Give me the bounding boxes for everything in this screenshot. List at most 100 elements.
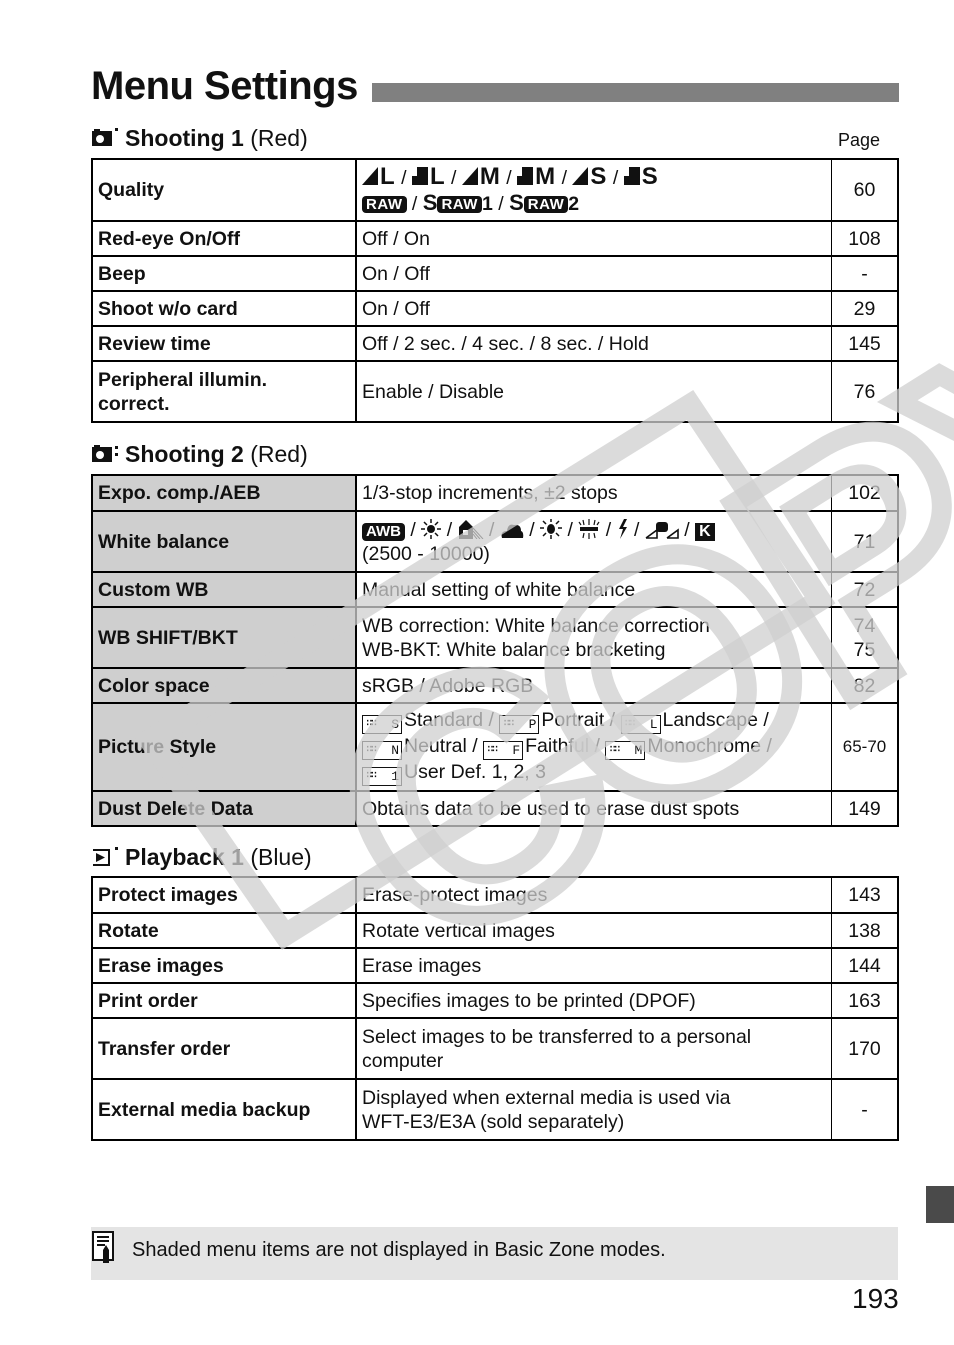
separator: / bbox=[684, 518, 690, 541]
menu-item: Picture Style bbox=[91, 702, 357, 792]
section-color-label: (Red) bbox=[250, 441, 308, 467]
section-name: Shooting 2 bbox=[125, 441, 244, 467]
table-row: Transfer order Select images to be trans… bbox=[91, 1017, 899, 1080]
small-normal-icon bbox=[623, 167, 640, 185]
menu-settings: Obtains data to be used to erase dust sp… bbox=[355, 790, 832, 827]
menu-settings: On / Off bbox=[355, 255, 832, 292]
medium-fine-icon bbox=[461, 167, 478, 185]
sraw1-icon: S RAW 1 bbox=[423, 191, 493, 216]
menu-settings: Specifies images to be printed (DPOF) bbox=[355, 982, 832, 1019]
page-ref: 65-70 bbox=[831, 702, 899, 792]
color-temperature-range: (2500 - 10000) bbox=[362, 542, 490, 565]
picture-style-faithful-icon: F bbox=[483, 741, 524, 760]
menu-settings: Erase images bbox=[355, 947, 832, 984]
menu-settings: sRGB / Adobe RGB bbox=[355, 667, 832, 704]
picture-style-neutral-icon: N bbox=[362, 741, 402, 760]
picture-style-label: Faithful / bbox=[525, 735, 600, 757]
section-name: Shooting 1 bbox=[125, 125, 244, 151]
settings-line: computer bbox=[362, 1049, 444, 1072]
medium-normal-icon bbox=[517, 167, 534, 185]
size-letter: L bbox=[429, 163, 446, 190]
menu-item: Rotate bbox=[91, 912, 357, 949]
page-ref: 102 bbox=[831, 474, 899, 512]
picture-style-monochrome-icon: M bbox=[605, 741, 646, 760]
picture-style-label: User Def. 1, 2, 3 bbox=[404, 761, 546, 783]
menu-item: Protect images bbox=[91, 876, 357, 914]
menu-item: Erase images bbox=[91, 947, 357, 984]
separator: / bbox=[506, 167, 512, 189]
separator: / bbox=[451, 167, 457, 189]
table-row: Expo. comp./AEB 1/3-stop increments, ±2 … bbox=[91, 474, 899, 512]
page-title: Menu Settings bbox=[91, 64, 358, 108]
separator: / bbox=[529, 518, 535, 541]
table-row: Picture Style SStandard / PPortrait / LL… bbox=[91, 702, 899, 792]
shade-icon bbox=[458, 519, 483, 539]
separator: / bbox=[488, 518, 495, 541]
page-ref-line: 74 bbox=[853, 614, 876, 637]
small-fine-icon bbox=[572, 167, 589, 185]
page-ref: 82 bbox=[831, 667, 899, 704]
size-letter: S bbox=[590, 163, 608, 190]
separator: / bbox=[411, 193, 418, 215]
page-ref: 149 bbox=[831, 790, 899, 827]
page-ref: 29 bbox=[831, 290, 899, 327]
table-row: Rotate Rotate vertical images 138 bbox=[91, 912, 899, 949]
menu-item: Beep bbox=[91, 255, 357, 292]
raw-badge: RAW bbox=[523, 196, 569, 213]
settings-line: WFT-E3/E3A (sold separately) bbox=[362, 1110, 625, 1133]
section-heading-playback-1: Playback 1 (Blue) bbox=[91, 843, 312, 871]
separator: / bbox=[561, 167, 567, 189]
size-letter: M bbox=[535, 163, 557, 190]
settings-line: WB correction: White balance correction bbox=[362, 614, 710, 637]
page-ref: 108 bbox=[831, 220, 899, 257]
page-ref: 74 75 bbox=[831, 606, 899, 669]
picture-style-label: Neutral / bbox=[404, 735, 478, 757]
table-row: WB SHIFT/BKT WB correction: White balanc… bbox=[91, 606, 899, 669]
separator: / bbox=[446, 518, 453, 541]
table-row: Red-eye On/Off Off / On 108 bbox=[91, 220, 899, 257]
title-bar bbox=[372, 83, 899, 102]
page-ref: 76 bbox=[831, 360, 899, 423]
menu-item: Color space bbox=[91, 667, 357, 704]
table-row: Beep On / Off - bbox=[91, 255, 899, 292]
table-row: Peripheral illumin. correct. Enable / Di… bbox=[91, 360, 899, 423]
sraw2-icon: S RAW 2 bbox=[509, 191, 579, 216]
size-letter: L bbox=[380, 163, 396, 190]
table-row: Dust Delete Data Obtains data to be used… bbox=[91, 790, 899, 827]
menu-item: Red-eye On/Off bbox=[91, 220, 357, 257]
table-row: Erase images Erase images 144 bbox=[91, 947, 899, 984]
note-text: Shaded menu items are not displayed in B… bbox=[132, 1239, 666, 1261]
page-ref: 144 bbox=[831, 947, 899, 984]
page-ref: 170 bbox=[831, 1017, 899, 1080]
picture-style-portrait-icon: P bbox=[499, 715, 540, 734]
separator: / bbox=[605, 518, 612, 541]
menu-item-line: Peripheral illumin. bbox=[98, 368, 268, 391]
page-ref: 72 bbox=[831, 571, 899, 608]
camera-shooting-2-icon bbox=[92, 445, 118, 462]
playback-1-table: Protect images Erase-protect images 143 … bbox=[91, 876, 899, 1141]
separator: / bbox=[612, 167, 619, 189]
menu-settings: 1/3-stop increments, ±2 stops bbox=[355, 474, 832, 512]
large-normal-icon bbox=[411, 167, 428, 185]
menu-item: Review time bbox=[91, 325, 357, 362]
picture-style-user-def-icon: 1 bbox=[362, 767, 402, 786]
custom-wb-icon bbox=[645, 521, 679, 539]
menu-settings: Rotate vertical images bbox=[355, 912, 832, 949]
picture-style-label: Monochrome / bbox=[647, 735, 772, 757]
table-row: Shoot w/o card On / Off 29 bbox=[91, 290, 899, 327]
picture-style-label: Standard / bbox=[404, 709, 494, 731]
table-row: Protect images Erase-protect images 143 bbox=[91, 876, 899, 914]
settings-line: Select images to be transferred to a per… bbox=[362, 1025, 752, 1048]
raw-icon: RAW bbox=[362, 196, 407, 213]
separator: / bbox=[634, 518, 640, 541]
section-heading-shooting-1: Shooting 1 (Red) bbox=[91, 124, 308, 152]
flash-icon bbox=[618, 518, 627, 539]
settings-line: Displayed when external media is used vi… bbox=[362, 1086, 731, 1109]
page-ref: 60 bbox=[831, 158, 899, 222]
menu-settings: Select images to be transferred to a per… bbox=[355, 1017, 832, 1080]
menu-item: Quality bbox=[91, 158, 357, 222]
menu-item: Print order bbox=[91, 982, 357, 1019]
menu-item: Shoot w/o card bbox=[91, 290, 357, 327]
page-ref-line: 75 bbox=[853, 638, 876, 661]
menu-item: External media backup bbox=[91, 1078, 357, 1141]
